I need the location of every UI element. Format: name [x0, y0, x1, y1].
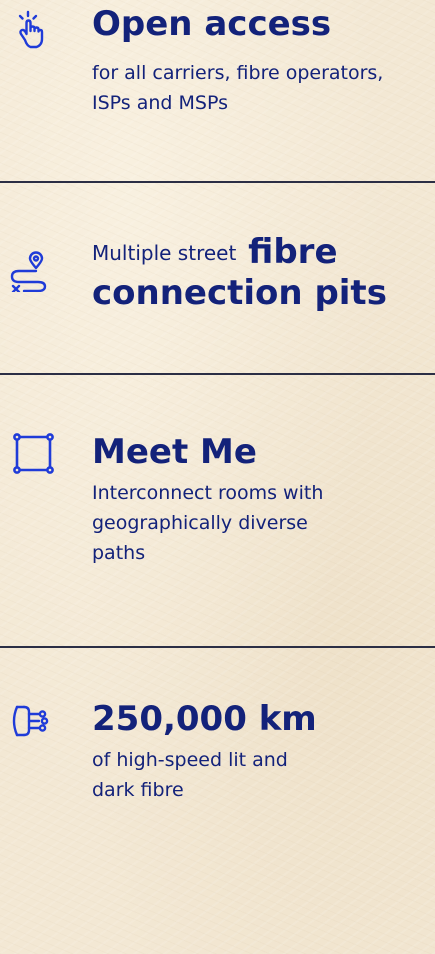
feature-title: Multiple street fibre [92, 232, 425, 273]
route-pin-icon [8, 250, 50, 292]
fibre-cable-icon [8, 703, 52, 739]
tap-hand-icon [14, 10, 52, 50]
feature-title-small: Multiple street [92, 241, 237, 265]
feature-fibre-length: 250,000 km of high-speed lit and dark fi… [0, 647, 435, 954]
feature-open-access: Open access for all carriers, fibre oper… [0, 0, 435, 180]
feature-title-line2: connection pits [92, 273, 387, 313]
feature-subtitle: Interconnect rooms with geographically d… [92, 482, 324, 564]
feature-title-bold: fibre [248, 232, 338, 272]
feature-title: Open access [92, 4, 332, 44]
feature-subtitle: for all carriers, fibre operators, ISPs … [92, 62, 384, 114]
feature-meet-me: Meet Me Interconnect rooms with geograph… [0, 374, 435, 646]
square-frame-icon [12, 432, 56, 476]
feature-title: 250,000 km [92, 699, 317, 739]
feature-title: Meet Me [92, 432, 257, 472]
feature-subtitle: of high-speed lit and dark fibre [92, 749, 288, 801]
feature-connection-pits: Multiple street fibre connection pits [0, 182, 435, 372]
